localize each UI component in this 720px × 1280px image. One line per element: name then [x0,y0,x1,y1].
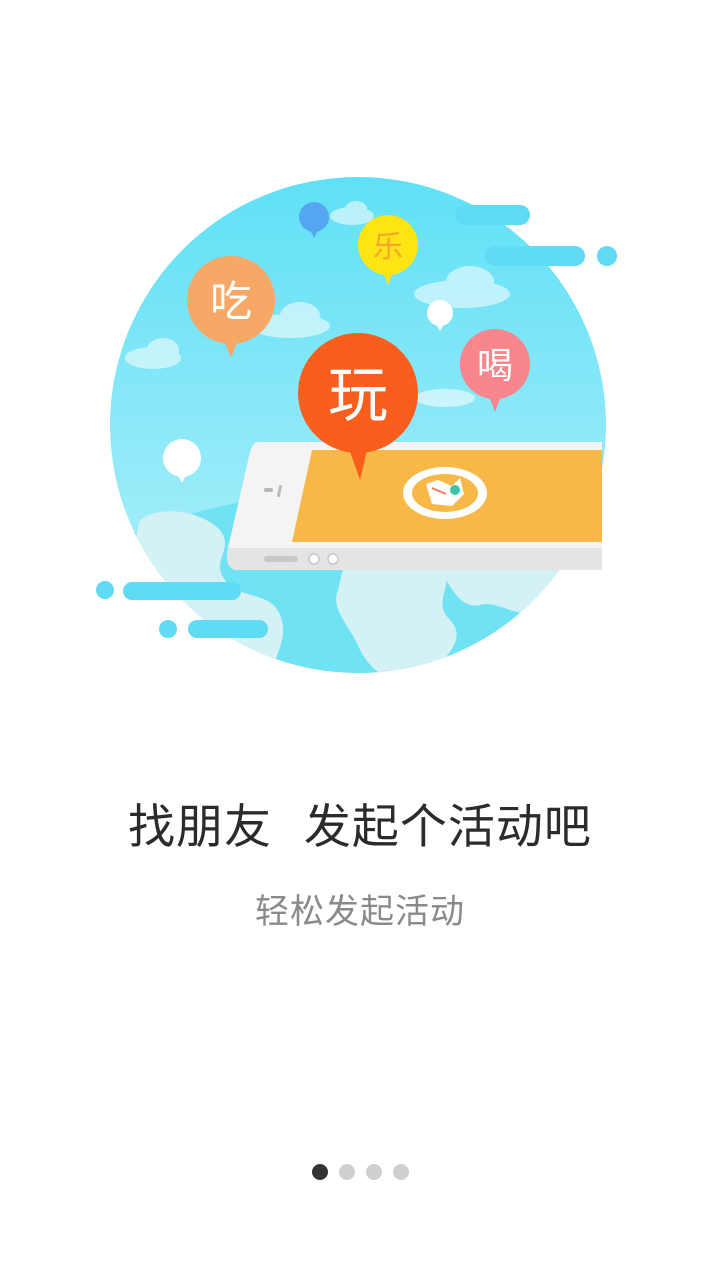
page-dot-4[interactable] [392,1164,409,1180]
app-logo-icon [403,467,487,519]
cloud [415,389,475,407]
page-dot-3[interactable] [365,1164,382,1180]
page-dot-1[interactable] [311,1164,328,1180]
onboarding-illustration: 吃 乐 喝 玩 [96,177,617,673]
phone-illustration [226,442,603,570]
page-dot-2[interactable] [338,1164,355,1180]
bubble-joy-label: 乐 [373,230,403,265]
onboarding-title: 找朋友 发起个活动吧 [128,800,592,855]
bubble-eat-label: 吃 [210,277,252,326]
bubble-play-label: 玩 [328,361,388,431]
bubble-drink-label: 喝 [477,346,513,387]
onboarding-subtitle: 轻松发起活动 [255,892,465,932]
page-indicator [0,1164,720,1180]
